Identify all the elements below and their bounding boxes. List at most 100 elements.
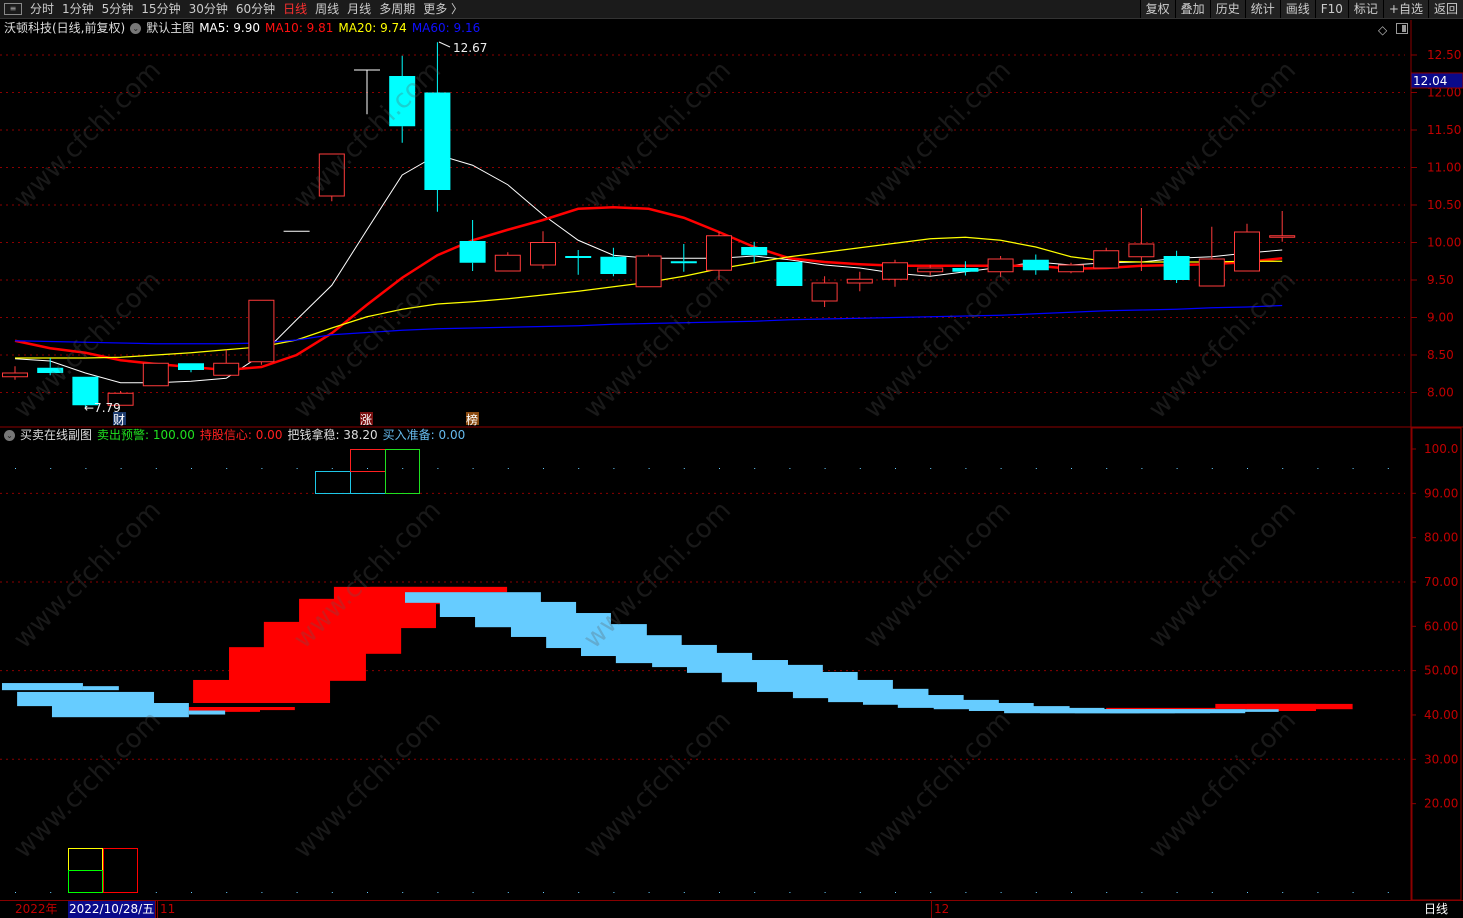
- ma-line-ma60: [14, 304, 1283, 345]
- sub-tick-label: 30.00: [1424, 752, 1458, 766]
- candle: [178, 363, 204, 373]
- candle-body-down: [37, 367, 64, 373]
- month-label-11: 11: [157, 901, 175, 918]
- date-axis: 2022年 2022/10/28/五 11 12 日线: [0, 900, 1463, 918]
- time-dot: [824, 468, 826, 469]
- year-label: 2022年: [15, 902, 58, 916]
- time-dot: [859, 892, 861, 893]
- time-dot: [683, 468, 685, 469]
- time-dot: [1247, 468, 1248, 469]
- candle-body-up: [811, 282, 838, 302]
- time-dot: [472, 892, 474, 893]
- candle: [846, 271, 873, 292]
- candle: [776, 262, 803, 286]
- sub-blue-band: [510, 624, 647, 637]
- time-dot: [1282, 468, 1284, 469]
- time-dot: [1247, 892, 1248, 893]
- main-legend: 沃顿科技(日线,前复权) ⌄ 默认主图 MA5: 9.90 MA10: 9.81…: [4, 20, 480, 36]
- time-dot: [15, 892, 16, 893]
- candle-body-up: [318, 153, 345, 197]
- high-arrow-icon: [438, 41, 451, 48]
- sub-tick-label: 80.00: [1424, 531, 1458, 545]
- ma10-value: MA10: 9.81: [264, 21, 334, 35]
- candle-body-up: [1093, 250, 1120, 269]
- time-dot: [296, 892, 298, 893]
- time-dot: [50, 468, 52, 469]
- time-dot: [824, 892, 826, 893]
- sell-warning-value: 卖出预警: 100.00: [97, 428, 195, 442]
- candle: [318, 153, 345, 202]
- time-dot: [437, 468, 439, 469]
- diamond-icon[interactable]: ◇: [1378, 23, 1388, 37]
- candle: [635, 253, 662, 288]
- time-dot: [1176, 468, 1178, 469]
- time-dot: [930, 892, 932, 893]
- candle-body-up: [846, 278, 873, 284]
- time-dot: [719, 892, 720, 893]
- sub-tick-label: 50.00: [1424, 664, 1458, 678]
- dropdown-icon[interactable]: ⌄: [4, 429, 15, 441]
- candle: [1269, 211, 1296, 242]
- candle-body-up: [213, 362, 240, 376]
- finance-marker-text: 财: [113, 413, 125, 427]
- time-dot: [261, 468, 263, 469]
- candle: [987, 256, 1014, 277]
- time-dot: [472, 468, 474, 469]
- time-dot: [578, 892, 580, 893]
- time-dot: [191, 468, 192, 469]
- time-dot: [543, 892, 544, 893]
- sub-tick-label: 40.00: [1424, 708, 1458, 722]
- chart-canvas[interactable]: 12.5012.0011.5011.0010.5010.009.509.008.…: [0, 0, 1463, 917]
- candle: [530, 231, 556, 269]
- price-tick-label: 9.00: [1427, 311, 1454, 325]
- time-dot: [895, 892, 896, 893]
- candle: [706, 232, 732, 280]
- dropdown-icon[interactable]: ⌄: [130, 22, 142, 34]
- ma20-value: MA20: 9.74: [338, 21, 407, 35]
- time-dot: [1211, 892, 1213, 893]
- price-tick-label: 10.50: [1427, 198, 1461, 212]
- time-dot: [543, 468, 544, 469]
- candle-body-up: [248, 299, 275, 363]
- price-tick-label: 8.50: [1427, 348, 1454, 362]
- candle: [494, 252, 521, 272]
- sub-header-boxes: [315, 449, 420, 494]
- price-tick-label: 9.50: [1427, 273, 1454, 287]
- time-dot: [1387, 468, 1389, 469]
- candle-body-up: [635, 255, 662, 288]
- price-axes: 12.5012.0011.5011.0010.5010.009.509.008.…: [1411, 48, 1461, 811]
- time-dot: [1387, 892, 1389, 893]
- sub-blue-band: [82, 686, 119, 691]
- candle: [1234, 223, 1260, 272]
- time-dot: [648, 468, 650, 469]
- sub-tick-label: 20.00: [1424, 797, 1458, 811]
- time-dot: [1106, 468, 1108, 469]
- candle-body-up: [1198, 258, 1225, 287]
- template-name[interactable]: 默认主图: [146, 20, 194, 36]
- time-dot: [331, 468, 333, 469]
- time-dot: [578, 468, 580, 469]
- sub-indicator-name[interactable]: 买卖在线副图: [20, 427, 92, 443]
- candle-body-down: [600, 256, 627, 274]
- candle-body-up: [882, 262, 908, 280]
- time-dot: [859, 468, 861, 469]
- grid-lines: [0, 54, 1405, 893]
- time-dot: [1352, 892, 1354, 893]
- candle-body-down: [178, 363, 204, 370]
- period-label: 日线: [1424, 902, 1449, 916]
- time-dot: [719, 468, 720, 469]
- candles: [2, 42, 1296, 409]
- time-dot: [1211, 468, 1213, 469]
- time-dot: [226, 468, 228, 469]
- candle-body-up: [1058, 264, 1084, 273]
- time-dot: [1035, 468, 1037, 469]
- sub-blue-band: [1, 683, 83, 691]
- time-dot: [1071, 468, 1072, 469]
- limit-up-marker-text: 涨: [360, 412, 372, 427]
- candle: [811, 276, 838, 307]
- ma60-value: MA60: 9.16: [411, 21, 481, 35]
- sub-tick-label: 100.0: [1424, 442, 1458, 456]
- ma5-value: MA5: 9.90: [199, 21, 260, 35]
- price-tick-label: 11.00: [1427, 161, 1461, 175]
- time-dot: [930, 468, 932, 469]
